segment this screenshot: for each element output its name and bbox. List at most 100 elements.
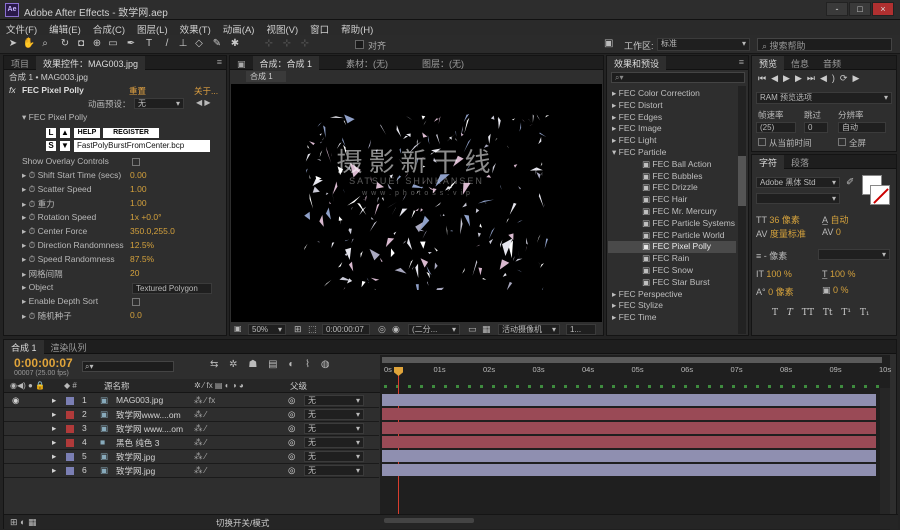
help-button[interactable]: HELP — [74, 128, 100, 138]
property-value[interactable]: 0.00 — [130, 170, 147, 180]
always-preview-icon[interactable]: ▣ — [234, 324, 242, 333]
effect-category[interactable]: ▸ FEC Stylize — [608, 300, 736, 312]
pick-whip-icon[interactable]: ◎ — [288, 423, 295, 434]
l-button[interactable]: L — [46, 128, 56, 138]
layer-switches[interactable]: ⁂ ⁄ — [194, 451, 206, 462]
faux-bold-button[interactable]: T — [772, 308, 778, 318]
property-checkbox[interactable] — [132, 298, 140, 306]
all-caps-button[interactable]: TT — [802, 308, 814, 318]
font-select[interactable]: Adobe 黑体 Std ▾ — [756, 177, 840, 188]
visibility-eye-icon[interactable]: ◉ — [12, 395, 19, 406]
mask-tool-icon[interactable]: ▭ — [106, 37, 120, 51]
label-color-swatch[interactable] — [66, 439, 74, 447]
layer-row[interactable]: ◉ ▸ 1 ▣ MAG003.jpg ⁂ ⁄ fx ◎ 无 ▾ — [4, 394, 379, 408]
play-icon[interactable]: ▶ — [783, 73, 795, 83]
region-of-interest-icon[interactable]: ▭ — [468, 324, 477, 335]
property-value[interactable]: 12.5% — [130, 240, 154, 250]
down-arrow-icon[interactable]: ▼ — [60, 141, 70, 151]
parent-select[interactable]: 无 ▾ — [304, 395, 364, 406]
font-size-field[interactable]: TT 36 像素 — [756, 213, 800, 226]
label-color-swatch[interactable] — [66, 411, 74, 419]
roto-tool-icon[interactable]: ✎ — [210, 37, 224, 51]
effect-item[interactable]: ▣ FEC Particle World — [608, 230, 736, 242]
layer-name[interactable]: 致学网.jpg — [116, 465, 155, 477]
last-frame-icon[interactable]: ⏭ — [807, 73, 820, 83]
tab-effect-controls[interactable]: 效果控件：MAG003.jpg — [36, 56, 146, 70]
superscript-button[interactable]: T¹ — [841, 308, 851, 318]
show-channel-icon[interactable]: ◉ — [392, 324, 400, 335]
expand-icon[interactable]: ▸ — [52, 423, 56, 434]
next-frame-icon[interactable]: ▶ — [795, 73, 807, 83]
stopwatch-icon[interactable]: ⏱ — [29, 184, 38, 194]
parent-header[interactable]: 父级 — [290, 380, 307, 392]
hand-tool-icon[interactable]: ✋ — [22, 37, 36, 51]
expand-icon[interactable]: ▸ — [22, 170, 29, 180]
pick-whip-icon[interactable]: ◎ — [288, 437, 295, 448]
skip-select[interactable]: 0 — [804, 122, 828, 133]
minimize-button[interactable]: - — [826, 2, 848, 16]
rotate-tool-icon[interactable]: ↻ — [58, 37, 72, 51]
horizontal-scale-field[interactable]: T̲ 100 % — [822, 269, 856, 279]
maximize-button[interactable]: □ — [849, 2, 871, 16]
font-style-select[interactable]: ▾ — [756, 193, 840, 204]
label-color-swatch[interactable] — [66, 397, 74, 405]
mask-visibility-icon[interactable]: ⬚ — [308, 324, 317, 335]
vertical-scale-field[interactable]: IT 100 % — [756, 269, 792, 279]
layer-row[interactable]: ▸ 4 ■ 黑色 纯色 3 ⁂ ⁄ ◎ 无 ▾ — [4, 436, 379, 450]
up-arrow-icon[interactable]: ▲ — [60, 128, 70, 138]
expand-icon[interactable]: ▸ — [52, 395, 56, 406]
prev-frame-icon[interactable]: ◀ — [771, 73, 783, 83]
expand-icon[interactable]: ▸ — [22, 226, 29, 236]
tsume-field[interactable]: ▣ 0 % — [822, 285, 849, 296]
layer-name[interactable]: MAG003.jpg — [116, 395, 163, 405]
label-color-swatch[interactable] — [66, 467, 74, 475]
property-value[interactable]: 1.00 — [130, 184, 147, 194]
effect-category[interactable]: ▸ FEC Perspective — [608, 289, 736, 301]
expand-icon[interactable]: ▸ — [22, 254, 29, 264]
source-name-header[interactable]: 源名称 — [104, 380, 130, 392]
eyedropper-icon[interactable]: ✐ — [846, 177, 854, 188]
first-frame-icon[interactable]: ⏮ — [758, 73, 771, 83]
layer-name[interactable]: 致学网.jpg — [116, 451, 155, 463]
effect-category[interactable]: ▸ FEC Edges — [608, 112, 736, 124]
effect-item[interactable]: ▣ FEC Star Burst — [608, 277, 736, 289]
expand-icon[interactable]: ▸ — [22, 296, 29, 306]
layer-row[interactable]: ▸ 2 ▣ 致学网www....om ⁂ ⁄ ◎ 无 ▾ — [4, 408, 379, 422]
stroke-color-swatch[interactable] — [870, 185, 890, 205]
safe-zones-icon[interactable]: ⊞ — [294, 324, 302, 335]
current-time-field[interactable]: 0:00:00:07 — [322, 324, 370, 335]
layer-switches[interactable]: ⁂ ⁄ — [194, 423, 206, 434]
expand-icon[interactable]: ▸ — [22, 184, 29, 194]
layer-switches[interactable]: ⁂ ⁄ — [194, 465, 206, 476]
tab-project[interactable]: 项目 — [4, 56, 36, 70]
pick-whip-icon[interactable]: ◎ — [288, 409, 295, 420]
property-value[interactable]: 350.0,255.0 — [130, 226, 175, 236]
scrollbar-thumb[interactable] — [738, 156, 746, 206]
time-ruler[interactable]: 0s 01s 02s 03s 04s 05s 06s 07s 08s 09s 10s — [380, 365, 891, 379]
property-value[interactable]: Textured Polygon — [132, 283, 212, 294]
search-help-input[interactable]: ⌕ 搜索帮助 — [757, 38, 892, 51]
loop-icon[interactable]: ⟳ — [840, 73, 853, 83]
expand-icon[interactable]: ▸ — [22, 199, 29, 209]
parent-select[interactable]: 无 ▾ — [304, 451, 364, 462]
expand-icon[interactable]: ▸ — [22, 311, 29, 321]
expand-icon[interactable]: ▸ — [22, 212, 29, 222]
baseline-field[interactable]: A° 0 像素 — [756, 285, 794, 298]
effect-category[interactable]: ▸ FEC Light — [608, 135, 736, 147]
layer-row[interactable]: ▸ 6 ▣ 致学网.jpg ⁂ ⁄ ◎ 无 ▾ — [4, 464, 379, 478]
layer-name[interactable]: 致学网 www....om — [116, 423, 183, 435]
stopwatch-icon[interactable]: ⏱ — [29, 212, 38, 222]
pick-whip-icon[interactable]: ◎ — [288, 465, 295, 476]
reset-link[interactable]: 重置 — [129, 85, 146, 97]
layer-row[interactable]: ▸ 3 ▣ 致学网 www....om ⁂ ⁄ ◎ 无 ▾ — [4, 422, 379, 436]
resolution-select[interactable]: 自动 — [838, 122, 886, 133]
preset-nav-icon[interactable]: ◀ ▶ — [196, 98, 211, 107]
label-color-swatch[interactable] — [66, 425, 74, 433]
tab-layer[interactable]: 图层：(无) — [415, 56, 471, 70]
effects-search-input[interactable]: ⌕▾ — [611, 72, 745, 83]
faux-italic-button[interactable]: T — [787, 308, 793, 318]
label-color-swatch[interactable] — [66, 453, 74, 461]
draft-3d-icon[interactable]: ✲ — [229, 359, 237, 370]
effect-item[interactable]: ▣ FEC Ball Action — [608, 159, 736, 171]
property-value[interactable]: 20 — [130, 268, 139, 278]
